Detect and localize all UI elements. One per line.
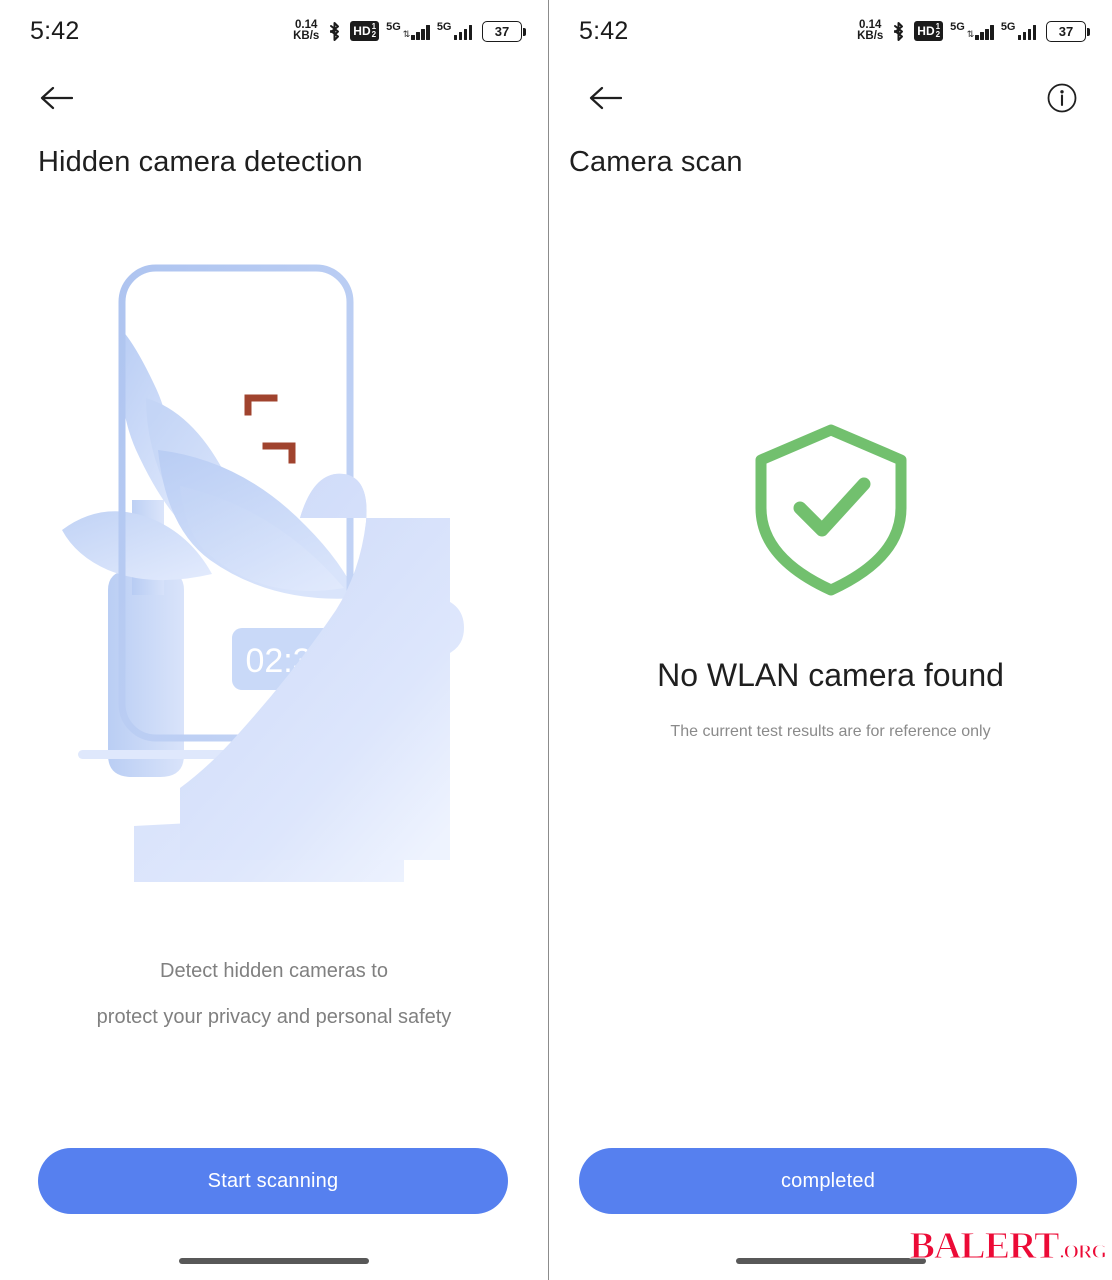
screen-hidden-camera-detection: 5:42 0.14 KB/s HD 1 2 5G ⇅ 5G 37 Hidden …	[0, 0, 548, 1280]
caption-line-2: protect your privacy and personal safety	[96, 1006, 452, 1028]
watermark-main: BALERT	[909, 1225, 1060, 1268]
status-icon-group: 0.14 KB/s HD 1 2 5G ⇅ 5G 37	[857, 19, 1090, 42]
status-bar-right: 5:42 0.14 KB/s HD 1 2 5G ⇅ 5G 37	[549, 0, 1112, 62]
dual-screenshot-container: 5:42 0.14 KB/s HD 1 2 5G ⇅ 5G 37 Hidden …	[0, 0, 1112, 1280]
network-speed-unit: KB/s	[857, 30, 884, 42]
status-bar-left: 5:42 0.14 KB/s HD 1 2 5G ⇅ 5G 37	[0, 0, 548, 62]
battery-icon: 37	[482, 20, 526, 42]
status-time: 5:42	[579, 16, 629, 45]
hd-voice-icon: HD 1 2	[914, 21, 944, 41]
bluetooth-icon	[894, 21, 904, 41]
start-scanning-button[interactable]: Start scanning	[38, 1148, 508, 1214]
screen-camera-scan-result: 5:42 0.14 KB/s HD 1 2 5G ⇅ 5G 37 Camera …	[549, 0, 1112, 1280]
site-watermark: BALERT .ORG	[909, 1224, 1108, 1268]
data-transfer-arrows-icon: ⇅	[966, 29, 974, 39]
shield-check-icon	[755, 424, 906, 596]
caption-line-1: Detect hidden cameras to	[160, 960, 388, 982]
hidden-camera-illustration: 02:36	[0, 250, 548, 910]
battery-icon: 37	[1046, 20, 1090, 42]
page-title: Hidden camera detection	[38, 146, 363, 178]
info-circle-icon[interactable]	[1042, 78, 1082, 118]
signal-sim2-icon: 5G	[437, 22, 472, 40]
watermark-tld: .ORG	[1059, 1241, 1108, 1264]
home-indicator[interactable]	[735, 1258, 926, 1264]
scan-result-title: No WLAN camera found	[657, 657, 1004, 693]
app-bar-left	[0, 70, 548, 126]
scan-result-icon-wrap	[549, 420, 1112, 600]
page-title: Camera scan	[569, 146, 743, 178]
network-speed-indicator: 0.14 KB/s	[857, 19, 884, 42]
network-speed-unit: KB/s	[293, 30, 320, 42]
signal-sim1-icon: 5G ⇅	[386, 22, 430, 40]
bluetooth-icon	[330, 21, 340, 41]
status-time: 5:42	[30, 16, 80, 45]
data-transfer-arrows-icon: ⇅	[402, 29, 410, 39]
illustration-caption: Detect hidden cameras to protect your pr…	[0, 960, 548, 1029]
app-bar-right	[549, 70, 1112, 126]
scan-result-subtitle: The current test results are for referen…	[670, 723, 991, 740]
completed-button[interactable]: completed	[579, 1148, 1077, 1214]
hd-voice-icon: HD 1 2	[350, 21, 380, 41]
signal-sim2-icon: 5G	[1001, 22, 1036, 40]
home-indicator[interactable]	[179, 1258, 369, 1264]
signal-sim1-icon: 5G ⇅	[950, 22, 994, 40]
network-speed-indicator: 0.14 KB/s	[293, 19, 320, 42]
back-arrow-icon[interactable]	[36, 78, 76, 118]
back-arrow-icon[interactable]	[585, 78, 625, 118]
status-icon-group: 0.14 KB/s HD 1 2 5G ⇅ 5G 37	[293, 19, 526, 42]
